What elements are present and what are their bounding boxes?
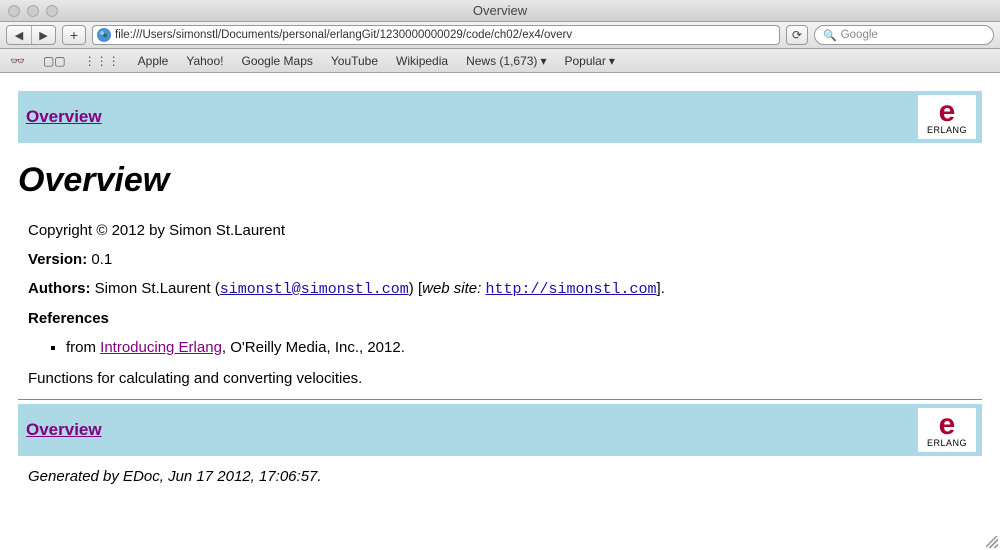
- window-title: Overview: [0, 3, 1000, 18]
- window-titlebar: Overview: [0, 0, 1000, 22]
- browser-toolbar: ◀ ▶ + file:///Users/simonstl/Documents/p…: [0, 22, 1000, 49]
- site-icon: [97, 28, 111, 42]
- generated-by-line: Generated by EDoc, Jun 17 2012, 17:06:57…: [18, 468, 982, 485]
- bookmark-popular[interactable]: Popular▾: [564, 54, 614, 68]
- book-icon[interactable]: ▢▢: [43, 54, 66, 68]
- copyright-line: Copyright © 2012 by Simon St.Laurent: [28, 222, 982, 239]
- reload-button[interactable]: ⟳: [786, 25, 808, 45]
- glasses-icon[interactable]: 👓: [10, 54, 25, 68]
- bookmark-google-maps[interactable]: Google Maps: [242, 54, 313, 68]
- erlang-logo[interactable]: e ERLANG: [918, 408, 976, 452]
- bookmark-wikipedia[interactable]: Wikipedia: [396, 54, 448, 68]
- chevron-down-icon: ▾: [540, 54, 546, 68]
- references-heading: References: [28, 310, 982, 327]
- minimize-window-button[interactable]: [27, 5, 39, 17]
- doc-nav-strip-bottom: Overview e ERLANG: [18, 404, 982, 456]
- reference-link[interactable]: Introducing Erlang: [100, 339, 222, 356]
- doc-nav-strip-top: Overview e ERLANG: [18, 91, 982, 143]
- chevron-down-icon: ▾: [609, 54, 615, 68]
- bookmark-yahoo[interactable]: Yahoo!: [186, 54, 223, 68]
- authors-line: Authors: Simon St.Laurent (simonstl@simo…: [28, 280, 982, 298]
- erlang-logo[interactable]: e ERLANG: [918, 95, 976, 139]
- references-list: from Introducing Erlang, O'Reilly Media,…: [28, 339, 982, 356]
- doc-body: Copyright © 2012 by Simon St.Laurent Ver…: [18, 222, 982, 387]
- bookmark-news[interactable]: News (1,673)▾: [466, 54, 546, 68]
- search-icon: 🔍: [823, 29, 837, 42]
- back-button[interactable]: ◀: [7, 26, 31, 44]
- overview-link-bottom[interactable]: Overview: [26, 420, 102, 440]
- grid-icon[interactable]: ⋮⋮⋮: [84, 54, 120, 68]
- add-bookmark-button[interactable]: +: [62, 25, 86, 45]
- bookmark-apple[interactable]: Apple: [138, 54, 169, 68]
- close-window-button[interactable]: [8, 5, 20, 17]
- separator: [18, 399, 982, 400]
- page-content: Overview e ERLANG Overview Copyright © 2…: [0, 73, 1000, 485]
- url-bar[interactable]: file:///Users/simonstl/Documents/persona…: [92, 25, 780, 45]
- erlang-logo-glyph: e: [939, 412, 956, 438]
- zoom-window-button[interactable]: [46, 5, 58, 17]
- resize-grip[interactable]: [986, 536, 998, 548]
- version-line: Version: 0.1: [28, 251, 982, 268]
- traffic-lights: [0, 5, 58, 17]
- bookmark-youtube[interactable]: YouTube: [331, 54, 378, 68]
- url-text: file:///Users/simonstl/Documents/persona…: [115, 29, 775, 41]
- nav-back-forward: ◀ ▶: [6, 25, 56, 45]
- search-placeholder: Google: [841, 29, 878, 41]
- author-website-link[interactable]: http://simonstl.com: [486, 281, 657, 298]
- description-line: Functions for calculating and converting…: [28, 370, 982, 387]
- author-email-link[interactable]: simonstl@simonstl.com: [220, 281, 409, 298]
- search-field[interactable]: 🔍 Google: [814, 25, 994, 45]
- erlang-logo-glyph: e: [939, 99, 956, 125]
- page-title: Overview: [18, 161, 982, 200]
- overview-link-top[interactable]: Overview: [26, 107, 102, 127]
- forward-button[interactable]: ▶: [31, 26, 55, 44]
- reference-item: from Introducing Erlang, O'Reilly Media,…: [66, 339, 982, 356]
- bookmarks-bar: 👓 ▢▢ ⋮⋮⋮ Apple Yahoo! Google Maps YouTub…: [0, 49, 1000, 73]
